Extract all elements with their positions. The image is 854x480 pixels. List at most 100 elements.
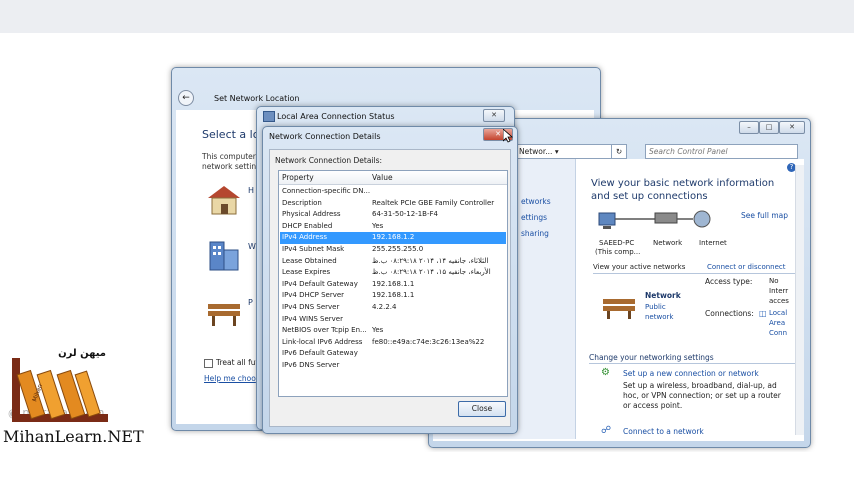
treat-all-future-checkbox[interactable]: Treat all futu (204, 358, 263, 368)
active-networks-label: View your active networks (593, 263, 686, 271)
description-line-2: network setting (202, 162, 261, 171)
network-type-line-2[interactable]: network (645, 313, 673, 321)
ethernet-icon: ◫ (759, 309, 767, 318)
main-heading: View your basic network information and … (591, 178, 775, 202)
top-band (0, 0, 854, 33)
table-row[interactable]: DHCP Enabled Yes (280, 221, 506, 233)
setup-connection-icon: ⚙ (601, 367, 610, 378)
column-header-property[interactable]: Property (282, 173, 314, 182)
network-name: Network (645, 291, 681, 300)
row-value: 192.168.1.2 (372, 233, 415, 242)
column-header-value[interactable]: Value (372, 173, 393, 182)
connect-disconnect-link[interactable]: Connect or disconnect (707, 263, 786, 271)
window-title: Set Network Location (214, 94, 300, 103)
refresh-icon[interactable]: ↻ (611, 144, 627, 159)
description-line-1: This computer (202, 152, 256, 161)
maximize-button[interactable]: □ (759, 121, 779, 134)
public-network-icon[interactable] (204, 294, 244, 328)
window-title: Network Connection Details (269, 132, 381, 141)
row-value: 192.168.1.1 (372, 279, 415, 288)
map-node-pc-sub: (This comp... (595, 248, 641, 256)
close-dialog-button[interactable]: Close (458, 401, 506, 417)
table-row[interactable]: NetBIOS over Tcpip En... Yes (280, 325, 506, 337)
search-input[interactable]: Search Control Panel (645, 144, 798, 159)
option-home-label[interactable]: H (248, 186, 254, 195)
connections-value-1[interactable]: Local (769, 309, 787, 317)
close-button[interactable]: ✕ (779, 121, 805, 134)
connect-to-network-link[interactable]: Connect to a network (623, 427, 704, 436)
work-network-icon[interactable] (204, 238, 244, 272)
details-table[interactable]: Property Value Connection-specific DN...… (278, 170, 508, 397)
checkbox-box[interactable] (204, 358, 213, 368)
help-link[interactable]: Help me choo (204, 374, 256, 383)
home-network-icon[interactable] (204, 182, 244, 216)
row-property: IPv4 Default Gateway (282, 279, 358, 288)
connections-value-2[interactable]: Area (769, 319, 785, 327)
network-type-line-1[interactable]: Public (645, 303, 666, 311)
row-value: Realtek PCIe GBE Family Controller (372, 198, 495, 207)
table-row[interactable]: IPv4 DHCP Server 192.168.1.1 (280, 290, 506, 302)
table-row[interactable]: IPv4 Subnet Mask 255.255.255.0 (280, 244, 506, 256)
nav-link-advanced-sharing[interactable]: sharing (521, 229, 549, 238)
row-property: IPv6 Default Gateway (282, 349, 358, 358)
row-property: IPv4 WINS Server (282, 314, 343, 323)
table-row[interactable]: IPv6 Default Gateway (280, 348, 506, 360)
setup-desc-line-3: or access point. (623, 401, 683, 410)
connections-value-3[interactable]: Conn (769, 329, 787, 337)
table-row[interactable]: IPv4 Address 192.168.1.2 (280, 232, 506, 244)
setup-new-connection-link[interactable]: Set up a new connection or network (623, 369, 759, 378)
network-connection-details-window: Network Connection Details ✕ Network Con… (262, 126, 518, 434)
row-property: IPv4 DNS Server (282, 303, 340, 311)
row-value: الأربعاء، جانفيه ۱۵، ۲۰۱۴ ۰۸:۲۹:۱۸ ب.ظ (372, 268, 491, 277)
connections-label: Connections: (705, 309, 754, 318)
row-value: الثلاثاء، جانفيه ۱۴، ۲۰۱۴ ۰۸:۲۹:۱۸ ب.ظ (372, 256, 489, 265)
address-bar[interactable]: Networ... ▾ (515, 144, 612, 159)
table-row[interactable]: Connection-specific DN... (280, 186, 506, 198)
table-row[interactable]: Lease Expires الأربعاء، جانفيه ۱۵، ۲۰۱۴ ۰… (280, 267, 506, 279)
table-row[interactable]: IPv4 Default Gateway 192.168.1.1 (280, 279, 506, 291)
nav-link-manage-networks[interactable]: etworks (521, 197, 551, 206)
public-network-icon (603, 299, 635, 319)
logo-persian-text: میهن لرن (58, 348, 106, 359)
table-row[interactable]: IPv4 WINS Server (280, 314, 506, 326)
change-settings-label: Change your networking settings (589, 353, 714, 362)
row-property: Lease Obtained (282, 256, 337, 265)
row-value: 64-31-50-12-1B-F4 (372, 210, 438, 219)
setup-desc-line-2: hoc, or VPN connection; or set up a rout… (623, 391, 781, 400)
map-node-pc: SAEED-PC (599, 239, 635, 247)
access-type-value-2: Interr (769, 287, 789, 295)
search-placeholder: Search Control Panel (649, 147, 728, 156)
close-button[interactable]: ✕ (483, 109, 505, 122)
table-row[interactable]: IPv4 DNS Server 4.2.2.4 (280, 302, 506, 314)
option-public-label[interactable]: P (248, 298, 253, 307)
details-label: Network Connection Details: (275, 156, 383, 165)
table-row[interactable]: Lease Obtained الثلاثاء، جانفيه ۱۴، ۲۰۱۴ … (280, 256, 506, 268)
row-property: IPv4 DHCP Server (282, 291, 345, 300)
nav-link-adapter-settings[interactable]: ettings (521, 213, 547, 222)
row-property: Physical Address (282, 210, 341, 219)
row-value: fe80::e49a:c74e:3c26:13ea%22 (372, 337, 485, 346)
table-row[interactable]: IPv6 DNS Server (280, 360, 506, 372)
row-property: NetBIOS over Tcpip En... (282, 326, 367, 335)
window-title: Local Area Connection Status (277, 112, 395, 121)
option-work-label[interactable]: W (248, 242, 256, 251)
mihanlearn-logo: میهن لرن Mihan (12, 348, 108, 422)
table-row[interactable]: Description Realtek PCIe GBE Family Contr… (280, 198, 506, 210)
row-property: IPv6 DNS Server (282, 361, 340, 369)
separator-2 (589, 363, 799, 364)
see-full-map-link[interactable]: See full map (741, 211, 788, 220)
access-type-value-1: No (769, 277, 779, 285)
table-row[interactable]: Physical Address 64-31-50-12-1B-F4 (280, 209, 506, 221)
row-property: IPv4 Address (282, 233, 327, 242)
row-value: 255.255.255.0 (372, 245, 424, 253)
table-row[interactable]: Link-local IPv6 Address fe80::e49a:c74e:3… (280, 337, 506, 349)
scrollbar[interactable] (795, 165, 804, 435)
setup-desc-line-1: Set up a wireless, broadband, dial-up, a… (623, 381, 777, 390)
row-property: Lease Expires (282, 268, 331, 277)
back-arrow-icon[interactable]: ← (178, 90, 194, 106)
map-node-network: Network (653, 239, 683, 247)
details-content: Network Connection Details: Property Val… (269, 149, 511, 427)
row-property: IPv4 Subnet Mask (282, 245, 345, 253)
minimize-button[interactable]: – (739, 121, 759, 134)
row-value: Yes (372, 326, 384, 335)
